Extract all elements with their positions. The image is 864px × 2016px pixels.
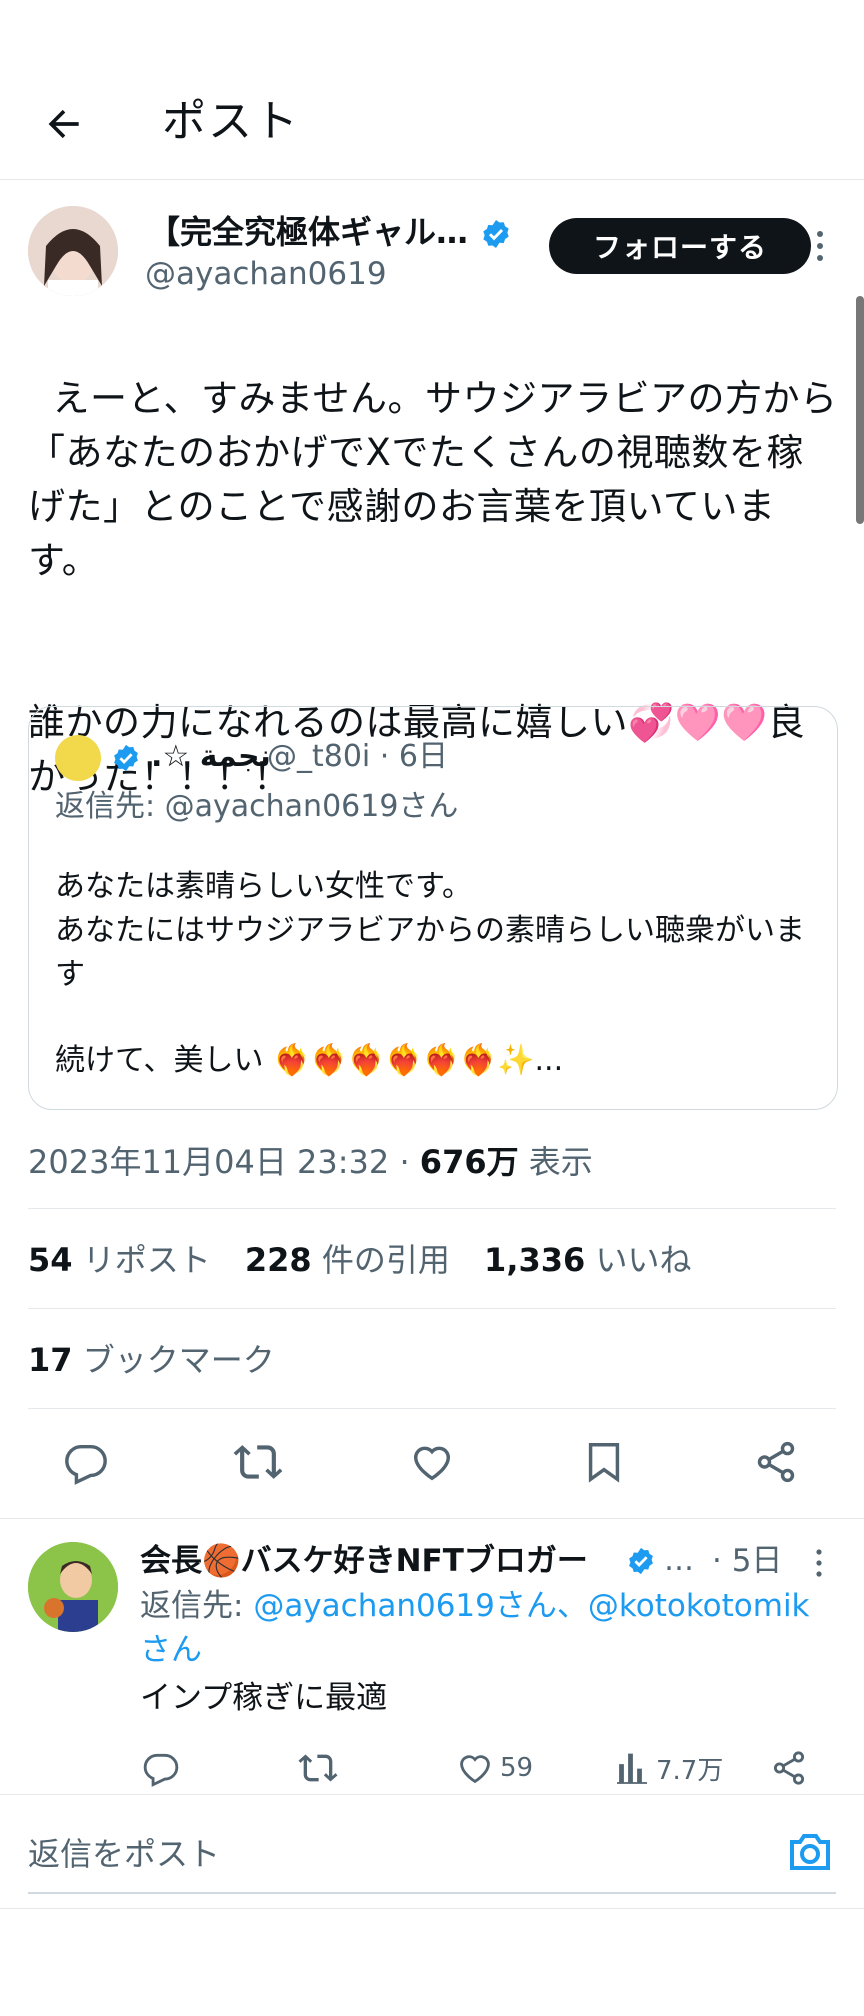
like-button[interactable] [400, 1430, 464, 1494]
verified-badge-icon [629, 1547, 653, 1575]
reply-view-count: 7.7万 [656, 1755, 724, 1786]
follow-button[interactable]: フォローする [549, 218, 811, 274]
bookmark-icon [588, 1443, 620, 1483]
reply-views-button[interactable]: 7.7万 [614, 1744, 723, 1792]
quoted-text-line: あなたにはサウジアラビアからの素晴らしい聴衆がいます [55, 913, 805, 992]
reply-time: · 5日 [712, 1543, 783, 1579]
reply-like-button[interactable]: 59 [456, 1744, 533, 1792]
divider [0, 1518, 864, 1519]
post-author-row: 【完全究極体ギャル… @ayachan0619 フォローする [28, 206, 836, 302]
timestamp-text: 2023年11月04日 23:32 · [28, 1143, 420, 1181]
reply-like-count: 59 [500, 1753, 534, 1783]
reply-icon [143, 1753, 179, 1787]
likes-stat[interactable]: 1,336 いいね [484, 1236, 691, 1284]
post-action-bar [0, 1430, 864, 1494]
quoted-text-line: あなたは素晴らしい女性です。 [55, 869, 472, 904]
reply-handle-truncated: … [664, 1543, 694, 1578]
share-icon [773, 1751, 805, 1785]
quoted-handle-time: @_t80i · 6日 [267, 739, 448, 774]
reply-post[interactable]: 会長🏀バスケ好きNFTブロガー … · 5日 返信先: @ayachan0619… [0, 1522, 864, 1792]
reply-to-prefix: 返信先: [140, 1588, 254, 1624]
camera-icon[interactable] [786, 1828, 834, 1876]
views-count: 676万 [419, 1143, 519, 1181]
quoted-author-name: .☆ نجمة [151, 739, 271, 774]
repost-button[interactable] [226, 1430, 290, 1494]
quoted-text-line: 続けて、美しい ❤️‍🔥❤️‍🔥❤️‍🔥❤️‍🔥❤️‍🔥❤️‍🔥✨... [55, 1043, 564, 1078]
scrollbar[interactable] [856, 296, 864, 524]
reply-action-bar: 59 7.7万 [140, 1744, 820, 1792]
top-bar: ポスト [0, 72, 864, 180]
author-avatar[interactable] [28, 206, 118, 296]
quoted-text: あなたは素晴らしい女性です。 あなたにはサウジアラビアからの素晴らしい聴衆がいま… [55, 865, 815, 997]
reply-reply-button[interactable] [142, 1744, 180, 1792]
share-button[interactable] [744, 1430, 808, 1494]
reply-repost-button[interactable] [298, 1744, 338, 1792]
divider [0, 1908, 864, 1909]
divider [28, 1308, 836, 1309]
reply-composer-input[interactable]: 返信をポスト [28, 1830, 220, 1878]
reply-button[interactable] [54, 1430, 118, 1494]
back-arrow-icon [48, 109, 79, 139]
composer-underline [28, 1892, 836, 1894]
reply-author-name[interactable]: 会長🏀バスケ好きNFTブロガー [140, 1540, 588, 1582]
more-vertical-icon[interactable] [812, 1546, 826, 1580]
divider [28, 1408, 836, 1409]
repost-icon [233, 1445, 283, 1479]
repost-icon [298, 1754, 338, 1782]
reposts-stat[interactable]: 54 リポスト [28, 1236, 211, 1284]
back-button[interactable] [34, 94, 94, 154]
quoted-avatar[interactable] [55, 735, 101, 781]
reply-avatar[interactable] [28, 1542, 118, 1632]
reply-text: インプ稼ぎに最適 [140, 1680, 388, 1716]
quoted-post[interactable]: .☆ نجمة @_t80i · 6日 返信先: @ayachan0619さん … [28, 706, 838, 1110]
verified-badge-icon [483, 220, 509, 248]
quotes-stat[interactable]: 228 件の引用 [245, 1236, 450, 1284]
divider [28, 1208, 836, 1209]
more-vertical-icon[interactable] [810, 226, 830, 266]
views-icon [617, 1753, 647, 1784]
reply-share-button[interactable] [770, 1744, 808, 1792]
engagement-stats: 54 リポスト 228 件の引用 1,336 いいね [28, 1236, 715, 1284]
bookmarks-stat[interactable]: 17 ブックマーク [28, 1336, 275, 1384]
reply-icon [65, 1444, 107, 1485]
views-label: 表示 [518, 1143, 593, 1181]
like-icon [413, 1446, 451, 1481]
quoted-reply-to: 返信先: @ayachan0619さん [55, 789, 459, 824]
like-icon [460, 1755, 490, 1784]
divider [0, 1794, 864, 1795]
author-handle[interactable]: @ayachan0619 [145, 254, 387, 294]
reply-to-line: 返信先: @ayachan0619さん、@kotokotomikさん [140, 1584, 840, 1672]
page-title: ポスト [162, 96, 300, 147]
verified-badge-icon [114, 744, 138, 772]
share-icon [757, 1441, 795, 1483]
bookmark-button[interactable] [572, 1430, 636, 1494]
post-timestamp: 2023年11月04日 23:32 · 676万 表示 [28, 1138, 593, 1186]
author-name[interactable]: 【完全究極体ギャル… [148, 212, 468, 252]
post-text-paragraph-1: えーと、すみません。サウジアラビアの方から「あなたのおかげでXでたくさんの視聴数… [28, 377, 838, 582]
